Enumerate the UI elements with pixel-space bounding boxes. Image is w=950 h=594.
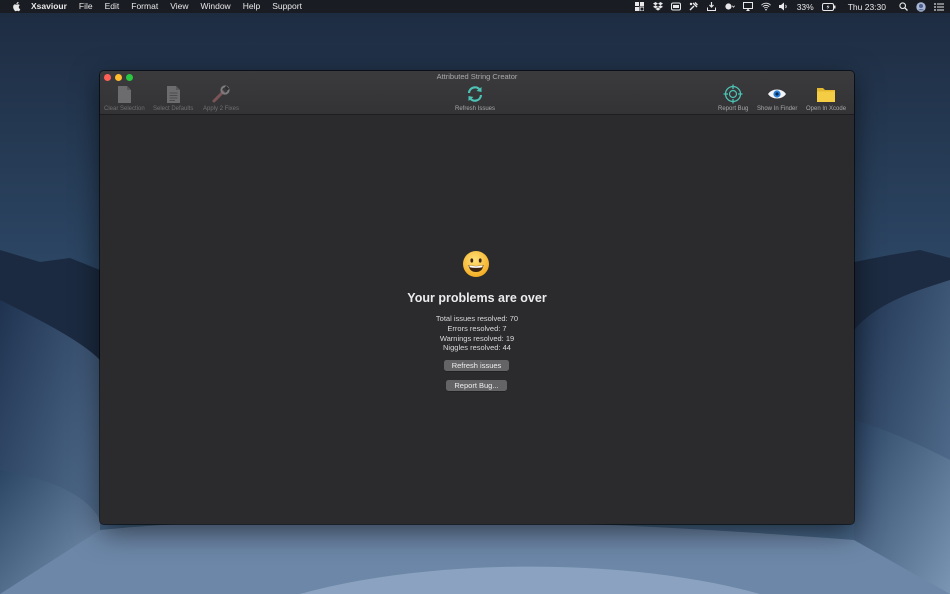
record-status-icon[interactable] [725,2,735,11]
notification-center-icon[interactable] [934,2,944,11]
folder-icon [816,84,836,104]
select-defaults-label: Select Defaults [153,106,194,112]
tools-status-icon[interactable] [689,2,699,11]
menu-window[interactable]: Window [200,0,230,13]
report-bug-label: Report Bug [718,106,749,112]
warnings-resolved: Warnings resolved: 19 [439,333,515,343]
apply-fixes-button[interactable]: Apply 2 Fixes [203,84,239,112]
window-titlebar[interactable]: Attributed String Creator Clear Selectio… [100,71,854,115]
total-issues-resolved: Total issues resolved: 70 [435,314,519,323]
menu-app-name[interactable]: Xsaviour [31,0,67,13]
menu-support[interactable]: Support [272,0,302,13]
resolution-stats: Total issues resolved: 70 Errors resolve… [100,314,854,353]
document-icon [114,84,134,104]
menu-help[interactable]: Help [243,0,260,13]
dropbox-icon[interactable] [652,2,663,11]
grid-status-icon[interactable] [635,2,645,11]
app-window: Attributed String Creator Clear Selectio… [100,71,854,524]
crosshair-bug-icon [723,84,743,104]
volume-icon[interactable] [779,2,789,11]
spotlight-search-icon[interactable] [898,2,908,11]
clear-selection-button[interactable]: Clear Selection [104,84,145,112]
menu-file[interactable]: File [79,0,93,13]
report-bug-button[interactable]: Report Bug... [446,380,507,391]
window-title: Attributed String Creator [436,72,518,81]
clear-selection-label: Clear Selection [104,106,145,112]
wrench-icon [211,84,231,104]
user-avatar-icon[interactable] [916,1,926,12]
disk-status-icon[interactable] [670,2,681,11]
refresh-icon [465,84,485,104]
open-in-xcode-button[interactable]: Open In Xcode [806,84,846,112]
eye-icon [767,84,787,104]
open-in-xcode-label: Open In Xcode [806,106,847,112]
menu-format[interactable]: Format [131,0,158,13]
errors-resolved: Errors resolved: 7 [447,323,507,333]
apple-menu-icon[interactable] [12,1,21,12]
battery-percent[interactable]: 33% [797,2,814,12]
select-defaults-button[interactable]: Select Defaults [153,84,193,112]
airplay-icon[interactable] [742,2,753,11]
document-list-icon [163,84,183,104]
menu-bar: Xsaviour File Edit Format View Window He… [0,0,950,13]
refresh-issues-label: Refresh Issues [455,106,496,112]
show-in-finder-label: Show In Finder [757,106,798,112]
niggles-resolved: Niggles resolved: 44 [443,343,511,353]
report-bug-toolbar-button[interactable]: Report Bug [718,84,748,112]
battery-icon[interactable] [821,2,836,11]
menu-edit[interactable]: Edit [105,0,120,13]
refresh-issues-toolbar-button[interactable]: Refresh Issues [455,84,495,112]
menu-bar-clock[interactable]: Thu 23:30 [848,2,886,12]
success-headline: Your problems are over [407,291,547,305]
show-in-finder-button[interactable]: Show In Finder [757,84,797,112]
refresh-issues-button[interactable]: Refresh issues [444,360,509,371]
menu-view[interactable]: View [170,0,188,13]
download-status-icon[interactable] [707,2,717,11]
main-content: Your problems are over Total issues reso… [100,115,854,524]
grinning-face-icon [463,251,489,277]
menu-bar-status-area: 33% Thu 23:30 [635,2,944,12]
wifi-icon[interactable] [760,2,771,11]
apply-fixes-label: Apply 2 Fixes [203,106,240,112]
